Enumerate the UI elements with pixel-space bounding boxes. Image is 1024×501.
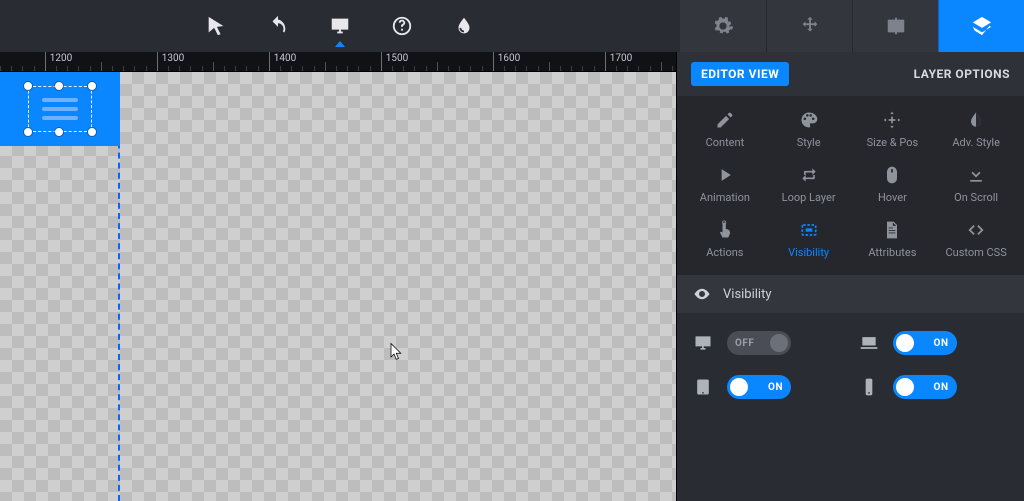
visibility-toggle-desktop[interactable]: OFF — [727, 331, 791, 355]
top-toolbar — [0, 0, 1024, 52]
desktop-icon — [691, 333, 715, 353]
visibility-section-header[interactable]: Visibility — [677, 275, 1024, 313]
resize-handle-se[interactable] — [88, 128, 96, 136]
undo-icon[interactable] — [265, 13, 291, 39]
editor-view-button[interactable]: EDITOR VIEW — [691, 62, 789, 86]
panel-tab-navigation[interactable] — [766, 0, 852, 52]
panel-tab-settings[interactable] — [680, 0, 766, 52]
canvas-area: 120013001400150016001700 — [0, 52, 676, 501]
option-actions[interactable]: Actions — [683, 220, 767, 259]
visibility-toggle-phone[interactable]: ON — [893, 375, 957, 399]
visibility-toggle-tablet[interactable]: ON — [727, 375, 791, 399]
option-looplayer[interactable]: Loop Layer — [767, 165, 851, 204]
editor-canvas[interactable] — [0, 72, 676, 501]
option-advstyle[interactable]: Adv. Style — [934, 110, 1018, 149]
resize-handle-nw[interactable] — [24, 82, 32, 90]
option-customcss[interactable]: Custom CSS — [934, 220, 1018, 259]
select-tool-icon[interactable] — [203, 13, 229, 39]
panel-tab-layers[interactable] — [938, 0, 1024, 52]
resize-handle-ne[interactable] — [88, 82, 96, 90]
option-onscroll[interactable]: On Scroll — [934, 165, 1018, 204]
option-content[interactable]: Content — [683, 110, 767, 149]
phone-icon — [857, 377, 881, 397]
option-style[interactable]: Style — [767, 110, 851, 149]
color-contrast-icon[interactable] — [451, 13, 477, 39]
selected-layer[interactable] — [0, 72, 120, 146]
option-visibility[interactable]: Visibility — [767, 220, 851, 259]
visibility-toggles: OFF ON ON ON — [677, 313, 1024, 409]
visibility-section-title: Visibility — [723, 287, 772, 302]
resize-handle-sw[interactable] — [24, 128, 32, 136]
option-sizepos[interactable]: Size & Pos — [851, 110, 935, 149]
laptop-icon — [857, 333, 881, 353]
resize-handle-n[interactable] — [55, 82, 63, 90]
option-hover[interactable]: Hover — [851, 165, 935, 204]
option-animation[interactable]: Animation — [683, 165, 767, 204]
sidebar-title: LAYER OPTIONS — [914, 67, 1010, 81]
horizontal-ruler: 120013001400150016001700 — [0, 52, 676, 72]
panel-tab-compare[interactable] — [852, 0, 938, 52]
right-sidebar: EDITOR VIEW LAYER OPTIONS ContentStyleSi… — [676, 52, 1024, 501]
eye-icon — [693, 285, 711, 303]
preview-device-icon[interactable] — [327, 13, 353, 39]
sidebar-header: EDITOR VIEW LAYER OPTIONS — [677, 52, 1024, 96]
visibility-toggle-laptop[interactable]: ON — [893, 331, 957, 355]
tablet-icon — [691, 377, 715, 397]
option-attributes[interactable]: Attributes — [851, 220, 935, 259]
selection-box — [28, 86, 92, 132]
layer-options-grid: ContentStyleSize & PosAdv. Style Animatio… — [677, 96, 1024, 275]
resize-handle-s[interactable] — [55, 128, 63, 136]
help-icon[interactable] — [389, 13, 415, 39]
mouse-cursor-icon — [388, 340, 406, 362]
